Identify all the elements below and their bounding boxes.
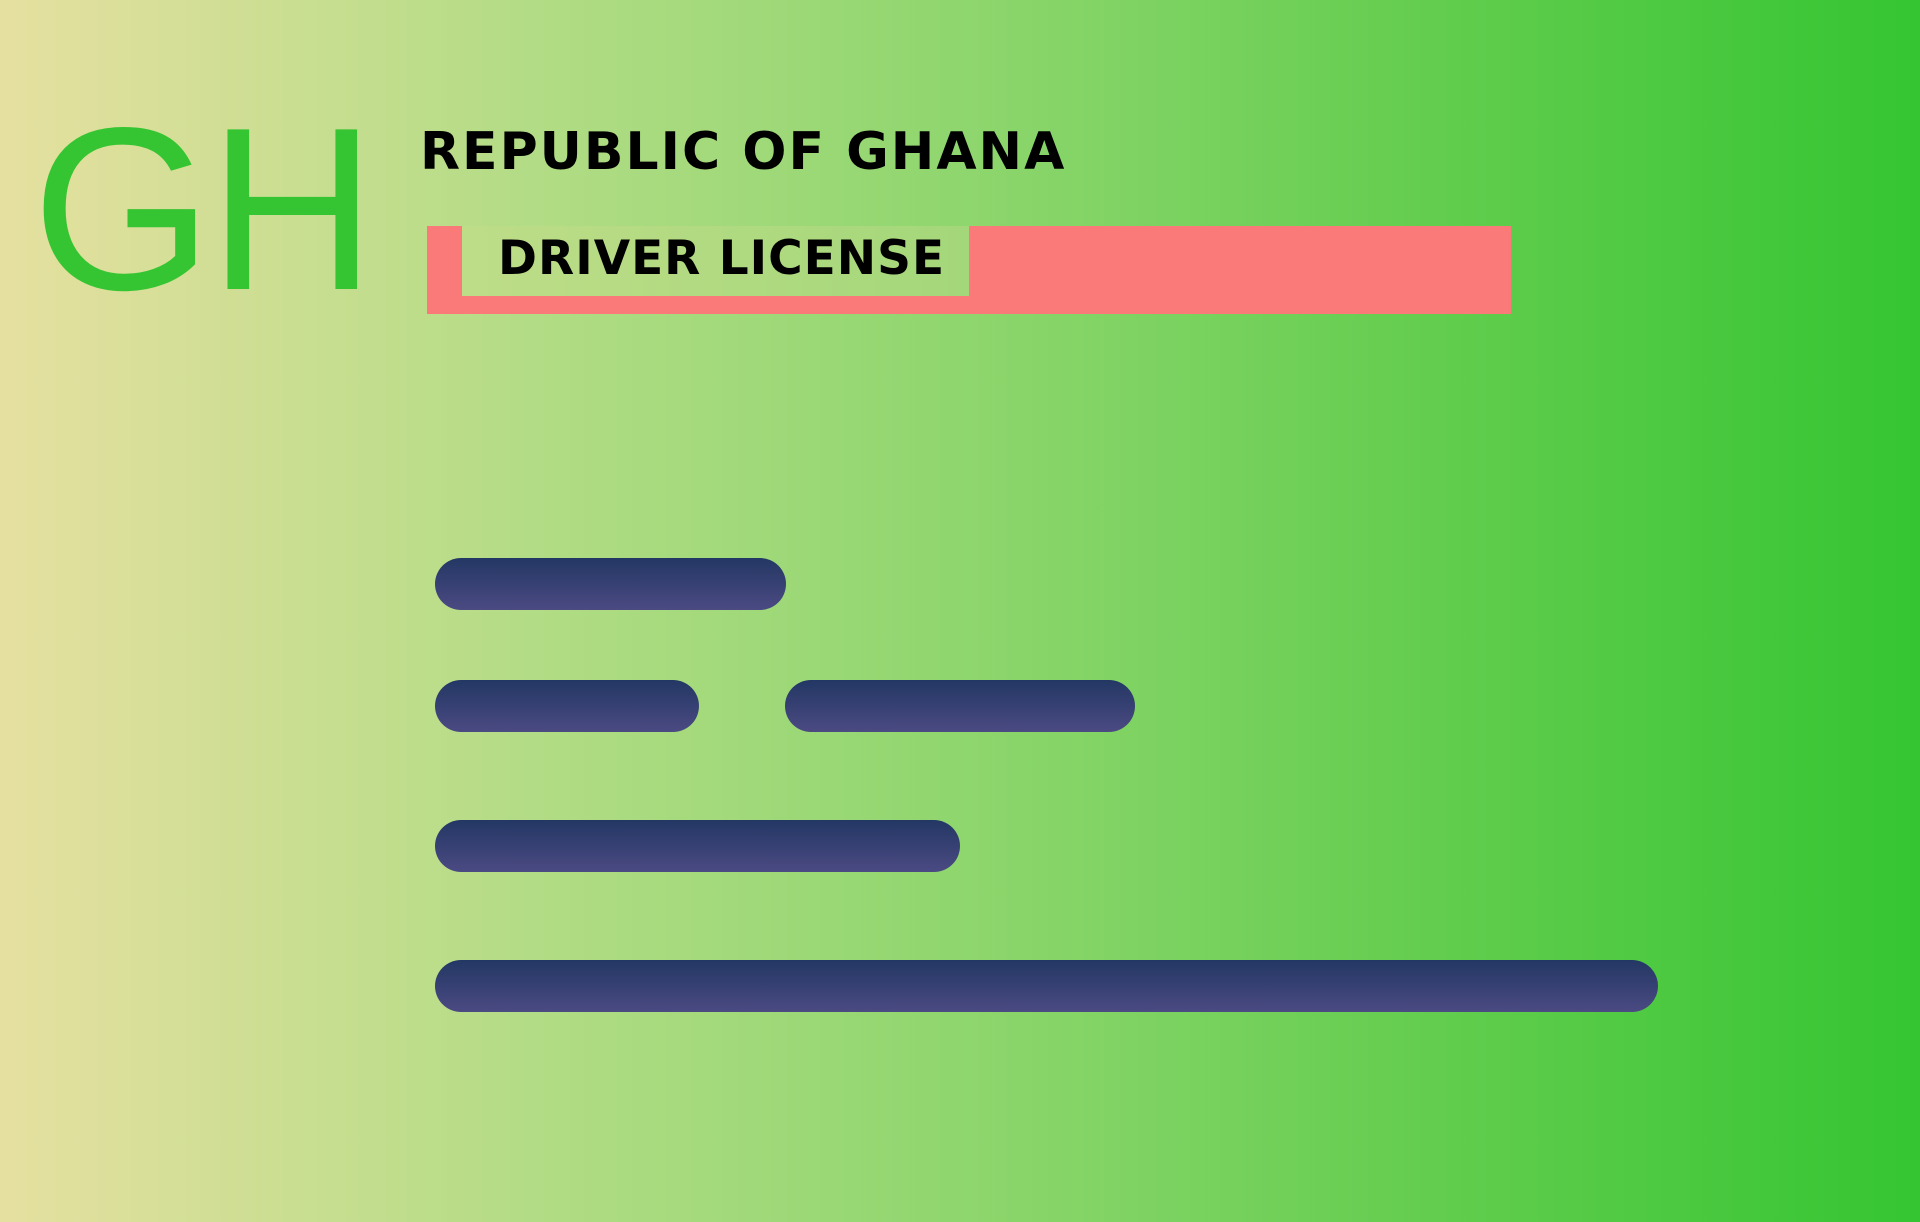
document-title-banner: DRIVER LICENSE bbox=[427, 226, 1511, 314]
document-title-box: DRIVER LICENSE bbox=[462, 226, 969, 296]
document-title: DRIVER LICENSE bbox=[498, 231, 946, 286]
redacted-field-3 bbox=[785, 680, 1135, 732]
country-name: REPUBLIC OF GHANA bbox=[420, 122, 1067, 182]
redacted-field-4 bbox=[435, 820, 960, 872]
redacted-field-2 bbox=[435, 680, 699, 732]
redacted-field-5 bbox=[435, 960, 1658, 1012]
license-card: GH REPUBLIC OF GHANA DRIVER LICENSE bbox=[0, 0, 1920, 1222]
country-code-logo: GH bbox=[32, 80, 376, 339]
redacted-field-1 bbox=[435, 558, 786, 610]
